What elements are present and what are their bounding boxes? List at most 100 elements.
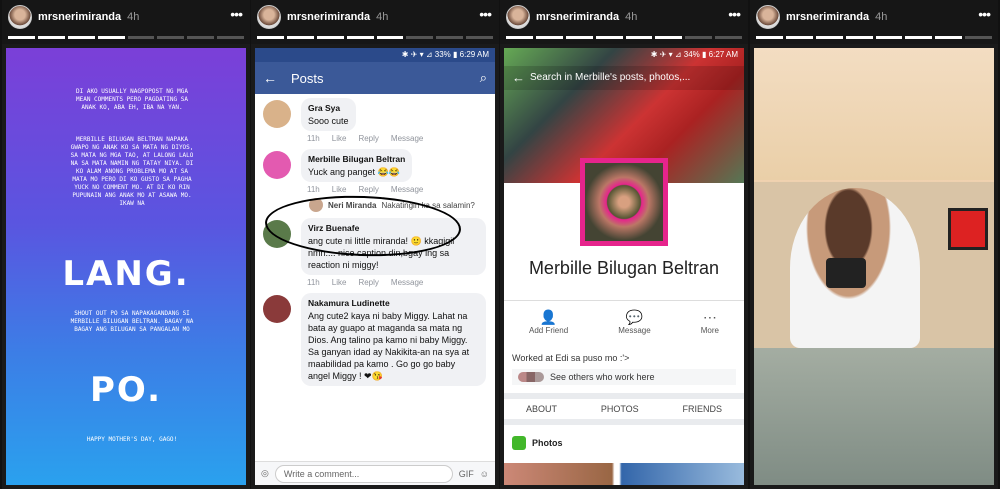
see-others-row[interactable]: See others who work here — [512, 369, 736, 385]
more-options-icon[interactable]: ••• — [479, 6, 492, 22]
reply-button[interactable]: Reply — [358, 278, 378, 287]
message-button[interactable]: Message — [391, 185, 423, 194]
add-friend-icon: 👤 — [539, 309, 558, 325]
profile-name: Merbille Bilugan Beltran — [528, 258, 720, 278]
story-header: mrsnerimiranda 4h ••• — [251, 0, 499, 44]
story-header: mrsnerimiranda 4h ••• — [750, 0, 998, 44]
work-info: Worked at Edi sa puso mo :'> See others … — [512, 353, 736, 385]
reply-button[interactable]: Reply — [358, 185, 378, 194]
tab-about[interactable]: ABOUT — [526, 404, 557, 414]
fb-topbar: ← Posts ⌕ — [255, 62, 495, 94]
comment-compose-bar: ◎ Write a comment... GIF ☺ — [255, 461, 495, 485]
commenter-name[interactable]: Merbille Bilugan Beltran — [308, 153, 405, 165]
comment-list: Gra Sya Sooo cute 11h Like Reply Message Mer… — [255, 94, 495, 461]
username[interactable]: mrsnerimiranda 4h — [38, 11, 139, 23]
reply-button[interactable]: Reply — [358, 134, 378, 143]
commenter-avatar[interactable] — [263, 151, 291, 179]
commenter-name[interactable]: Gra Sya — [308, 102, 349, 114]
add-friend-button[interactable]: 👤 Add Friend — [529, 309, 568, 335]
profile-picture[interactable] — [580, 158, 668, 246]
status-bar: ✱ ✈ ▾ ⊿ 34% ▮ 6:27 AM — [650, 50, 738, 59]
more-button[interactable]: ⋯ More — [701, 309, 719, 335]
work-place[interactable]: Edi sa puso mo :'> — [555, 353, 629, 363]
avatar[interactable] — [257, 5, 281, 29]
story-big-text-2: PO. — [90, 370, 162, 410]
timestamp: 4h — [875, 11, 888, 23]
gif-button[interactable]: GIF — [459, 469, 474, 479]
story-panel-3: mrsnerimiranda 4h ••• ✱ ✈ ▾ ⊿ 34% ▮ 6:27 … — [500, 0, 748, 489]
tab-photos[interactable]: PHOTOS — [601, 404, 639, 414]
photo-background-top — [754, 48, 994, 180]
work-prefix: Worked at — [512, 353, 556, 363]
comment-input[interactable]: Write a comment... — [274, 464, 453, 483]
coworker-avatars — [518, 372, 544, 382]
story-header: mrsnerimiranda 4h ••• — [2, 0, 250, 44]
story-photo — [754, 48, 994, 485]
profile-tabs: ABOUT PHOTOS FRIENDS — [504, 393, 744, 425]
message-button[interactable]: 💬 Message — [618, 309, 650, 335]
comment: Merbille Bilugan Beltran Yuck ang panget … — [261, 149, 489, 194]
search-icon[interactable]: ⌕ — [480, 70, 487, 86]
message-button[interactable]: Message — [391, 134, 423, 143]
page-title: Posts — [291, 70, 324, 86]
status-bar: ✱ ✈ ▾ ⊿ 33% ▮ 6:29 AM — [255, 48, 495, 62]
story-text-4: HAPPY MOTHER'S DAY, GAGO! — [86, 436, 178, 443]
story-text-card: DI AKO USUALLY NAGPOPOST NG MGA MEAN COM… — [6, 48, 246, 485]
comment: Gra Sya Sooo cute 11h Like Reply Message — [261, 98, 489, 143]
back-arrow-icon[interactable]: ← — [512, 66, 525, 90]
story-progress — [756, 36, 992, 39]
back-arrow-icon[interactable]: ← — [263, 70, 277, 86]
commenter-avatar[interactable] — [263, 100, 291, 128]
story-panel-1: mrsnerimiranda 4h ••• DI AKO USUALLY NAGP… — [2, 0, 250, 489]
camera-in-photo — [826, 258, 866, 288]
avatar[interactable] — [8, 5, 32, 29]
comment-time: 11h — [307, 185, 320, 194]
comment-time: 11h — [307, 134, 320, 143]
story-text-1: DI AKO USUALLY NAGPOPOST NG MGA MEAN COM… — [76, 88, 188, 111]
username[interactable]: mrsnerimiranda 4h — [536, 11, 637, 23]
camera-icon[interactable]: ◎ — [261, 468, 269, 479]
commenter-name[interactable]: Nakamura Ludinette — [308, 297, 479, 309]
commenter-avatar[interactable] — [263, 295, 291, 323]
story-progress — [506, 36, 742, 39]
more-options-icon[interactable]: ••• — [230, 6, 243, 22]
profile-actions: 👤 Add Friend 💬 Message ⋯ More — [504, 300, 744, 335]
wall-frame — [948, 208, 988, 250]
story-progress — [257, 36, 493, 39]
story-big-text-1: LANG. — [62, 254, 190, 294]
comment-text: Yuck ang panget 😂😂 — [308, 167, 400, 177]
screenshot-facebook-comments: ✱ ✈ ▾ ⊿ 33% ▮ 6:29 AM ← Posts ⌕ Gra Sya S… — [255, 48, 495, 485]
search-placeholder: Search in Merbille's posts, photos,... — [530, 72, 691, 83]
more-options-icon[interactable]: ••• — [978, 6, 991, 22]
story-panel-2: mrsnerimiranda 4h ••• ✱ ✈ ▾ ⊿ 33% ▮ 6:29 … — [251, 0, 499, 489]
photos-icon — [512, 436, 526, 450]
story-text-3: SHOUT OUT PO SA NAPAKAGANDANG SI MERBILL… — [70, 310, 194, 333]
like-button[interactable]: Like — [332, 278, 347, 287]
username[interactable]: mrsnerimiranda 4h — [287, 11, 388, 23]
comment-text: Ang cute2 kaya ni baby Miggy. Lahat na b… — [308, 311, 470, 381]
message-button[interactable]: Message — [391, 278, 423, 287]
message-label: Message — [618, 326, 651, 335]
username[interactable]: mrsnerimiranda 4h — [786, 11, 887, 23]
avatar[interactable] — [756, 5, 780, 29]
see-others-label: See others who work here — [550, 372, 655, 382]
timestamp: 4h — [127, 11, 140, 23]
like-button[interactable]: Like — [332, 134, 347, 143]
tab-friends[interactable]: FRIENDS — [683, 404, 723, 414]
photo-thumbnails[interactable] — [504, 463, 744, 485]
like-button[interactable]: Like — [332, 185, 347, 194]
messenger-icon: 💬 — [625, 309, 644, 325]
screenshot-facebook-profile: ✱ ✈ ▾ ⊿ 34% ▮ 6:27 AM ← Search in Merbill… — [504, 48, 744, 485]
add-friend-label: Add Friend — [529, 326, 569, 335]
timestamp: 4h — [625, 11, 638, 23]
more-options-icon[interactable]: ••• — [728, 6, 741, 22]
emoji-icon[interactable]: ☺ — [480, 469, 489, 479]
avatar[interactable] — [506, 5, 530, 29]
more-label: More — [700, 326, 719, 335]
timestamp: 4h — [376, 11, 389, 23]
photos-section-header[interactable]: Photos — [512, 436, 563, 450]
comment: Nakamura Ludinette Ang cute2 kaya ni baby… — [261, 293, 489, 386]
comment-time: 11h — [307, 278, 320, 287]
profile-search-bar[interactable]: ← Search in Merbille's posts, photos,... — [504, 66, 744, 90]
more-icon: ⋯ — [702, 309, 717, 325]
